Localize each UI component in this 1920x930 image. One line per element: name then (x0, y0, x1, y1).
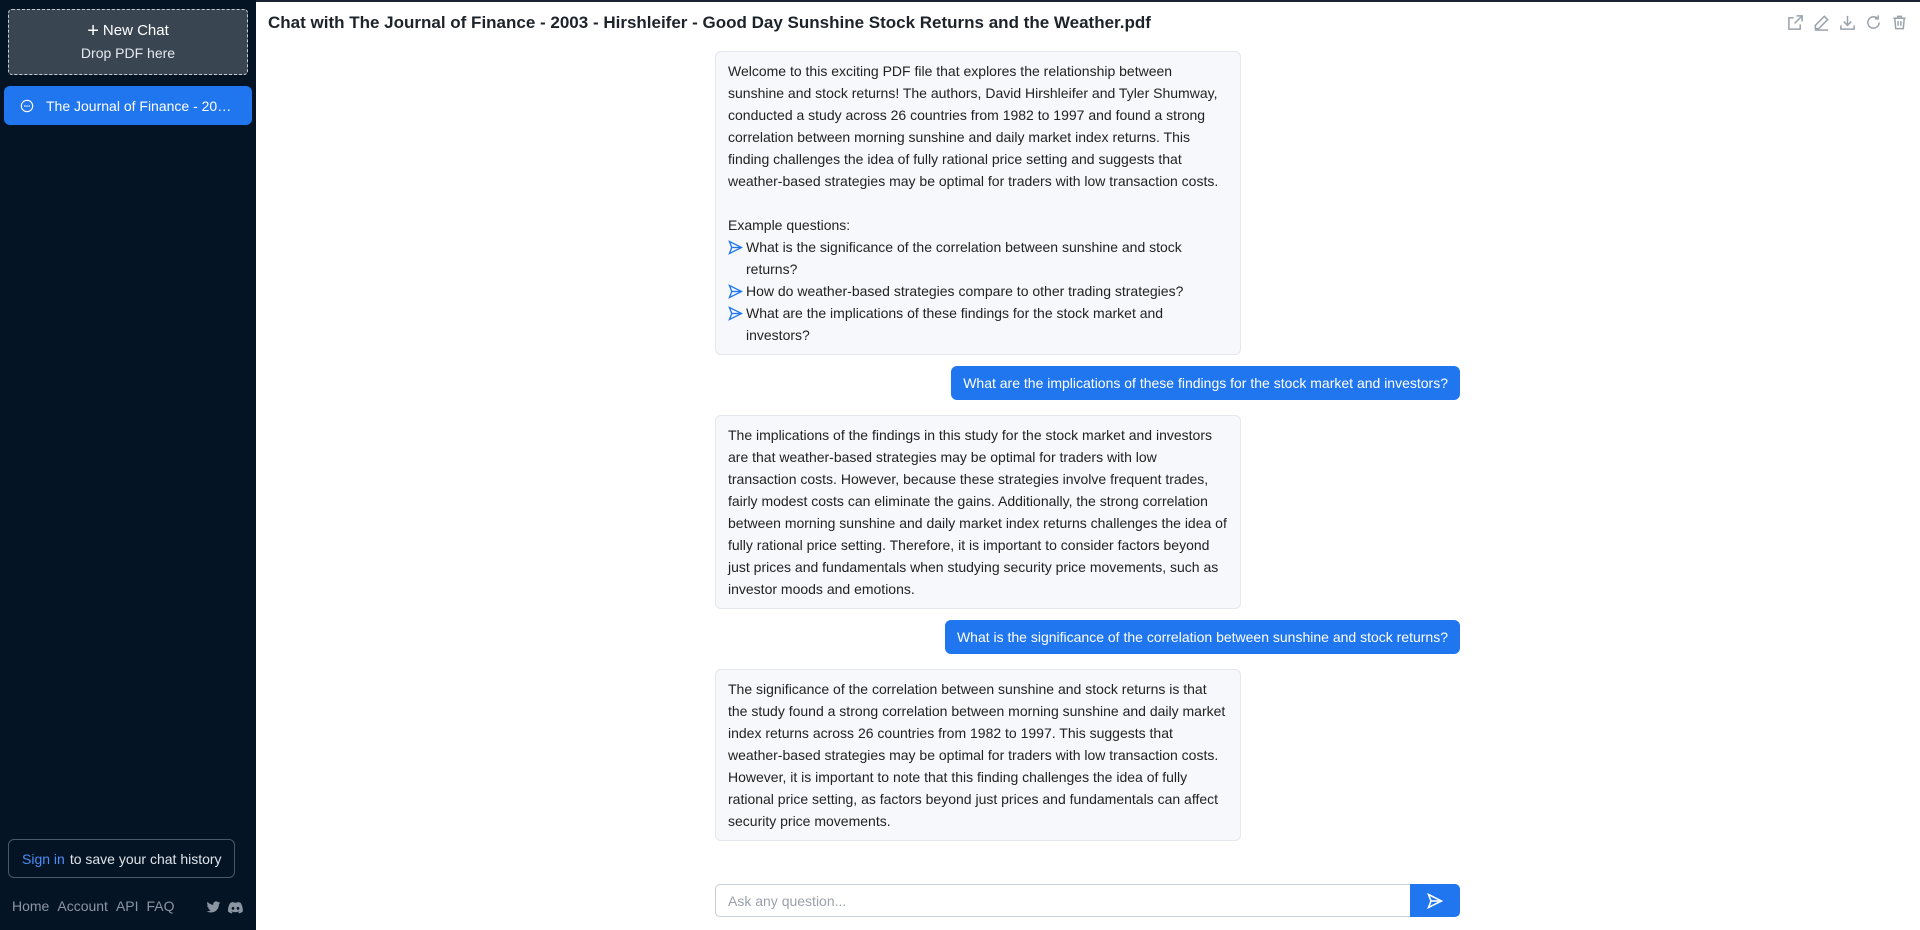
question-composer (715, 884, 1460, 917)
new-chat-label: New Chat (102, 22, 169, 39)
sidebar: + New Chat Drop PDF here The Journal of … (0, 0, 256, 930)
question-input[interactable] (715, 884, 1410, 917)
social-links (206, 901, 243, 914)
footer-link-home[interactable]: Home (12, 898, 49, 914)
send-arrow-icon (728, 306, 743, 321)
send-button[interactable] (1410, 884, 1460, 917)
example-question[interactable]: How do weather-based strategies compare … (728, 280, 1228, 302)
send-arrow-icon (728, 240, 743, 255)
send-arrow-icon (728, 284, 743, 299)
example-question[interactable]: What is the significance of the correlat… (728, 236, 1228, 280)
send-icon (1427, 892, 1443, 909)
footer-nav: Home Account API FAQ (12, 898, 183, 914)
assistant-message: The significance of the correlation betw… (715, 669, 1241, 841)
chat-bubble-icon (20, 99, 34, 112)
signin-prompt-text: to save your chat history (69, 850, 222, 867)
footer-link-account[interactable]: Account (57, 898, 108, 914)
user-message: What are the implications of these findi… (951, 366, 1460, 400)
footer-link-api[interactable]: API (116, 898, 139, 914)
example-question[interactable]: What are the implications of these findi… (728, 302, 1228, 346)
example-question-text: What are the implications of these findi… (746, 305, 1164, 343)
user-message: What is the significance of the correlat… (944, 620, 1460, 654)
reset-button[interactable] (1865, 14, 1882, 31)
example-question-text: How do weather-based strategies compare … (746, 283, 1184, 299)
download-button[interactable] (1839, 14, 1856, 31)
reset-icon (1867, 15, 1880, 29)
welcome-text: Welcome to this exciting PDF file that e… (728, 63, 1219, 189)
share-icon (1788, 15, 1803, 30)
page-title: Chat with The Journal of Finance - 2003 … (268, 13, 1151, 32)
assistant-message: The implications of the findings in this… (715, 415, 1241, 609)
delete-button[interactable] (1891, 14, 1908, 31)
header-toolbar (1787, 14, 1908, 31)
trash-icon (1893, 15, 1906, 30)
edit-icon (1814, 15, 1829, 31)
assistant-message-welcome: Welcome to this exciting PDF file that e… (715, 51, 1241, 355)
plus-icon: + (87, 20, 99, 42)
assistant-message-text: The implications of the findings in this… (728, 427, 1227, 597)
new-chat-button[interactable]: + New Chat (87, 20, 169, 42)
new-chat-dropzone[interactable]: + New Chat Drop PDF here (8, 9, 248, 75)
edit-button[interactable] (1813, 14, 1830, 31)
signin-prompt: Sign in to save your chat history (8, 839, 235, 878)
chat-list-item-label: The Journal of Finance - 2003 - Hirshlei… (46, 97, 236, 114)
share-button[interactable] (1787, 14, 1804, 31)
assistant-message-text: The significance of the correlation betw… (728, 681, 1226, 829)
discord-icon[interactable] (228, 901, 243, 914)
download-icon (1840, 15, 1855, 30)
footer-link-faq[interactable]: FAQ (147, 898, 175, 914)
drop-pdf-label: Drop PDF here (80, 45, 176, 61)
example-questions-heading: Example questions: (728, 217, 851, 233)
chat-header: Chat with The Journal of Finance - 2003 … (256, 0, 1920, 44)
chat-list-item[interactable]: The Journal of Finance - 2003 - Hirshlei… (4, 86, 252, 125)
twitter-icon[interactable] (206, 901, 221, 914)
example-question-text: What is the significance of the correlat… (746, 239, 1182, 277)
sign-in-link[interactable]: Sign in (22, 851, 65, 867)
